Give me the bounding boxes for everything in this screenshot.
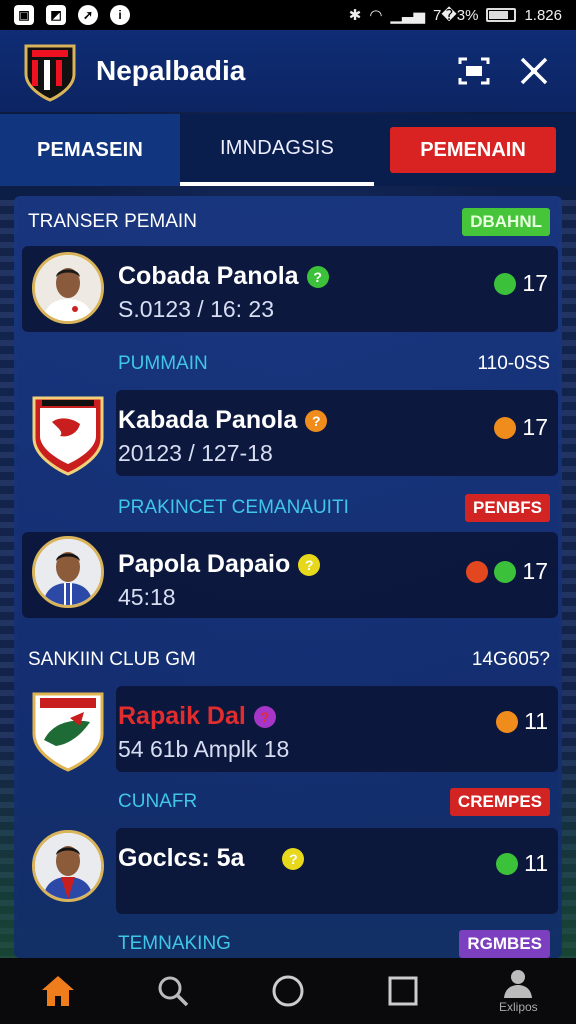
close-icon bbox=[520, 57, 548, 85]
player-avatar bbox=[32, 536, 104, 608]
status-bar: ▣ ◩ ➚ i ✱ ◠ ▁▃▅ 7�3% 1.826 bbox=[0, 0, 576, 30]
player-detail: S.0123 / 16: 23 bbox=[118, 296, 275, 322]
status-dot-icon bbox=[496, 710, 519, 733]
player-avatar bbox=[32, 252, 104, 324]
player-meta: 11 bbox=[496, 708, 548, 735]
status-tag[interactable]: PENBFS bbox=[465, 494, 550, 522]
clock: 1.826 bbox=[524, 6, 562, 24]
player-name: Goclcs: 5a ? bbox=[118, 844, 305, 873]
player-detail: 45:18 bbox=[118, 584, 176, 610]
section-header: TEMNAKING RGMBES bbox=[14, 926, 562, 958]
status-dot-icon bbox=[494, 272, 517, 295]
battery-percent: 7�3% bbox=[433, 7, 479, 24]
nav-search[interactable] bbox=[143, 961, 203, 1021]
battery-icon bbox=[486, 8, 517, 22]
help-icon[interactable]: ? bbox=[253, 705, 276, 728]
section-value: 110-0SS bbox=[477, 353, 550, 374]
status-dot-icon bbox=[494, 560, 517, 583]
player-name: Kabada Panola ? bbox=[118, 406, 328, 435]
player-count: 11 bbox=[524, 850, 548, 876]
home-icon bbox=[41, 976, 74, 1006]
compass-icon: ➚ bbox=[78, 5, 98, 25]
nav-home[interactable] bbox=[28, 961, 88, 1021]
section-title: CUNAFR bbox=[118, 791, 198, 812]
search-icon bbox=[158, 976, 189, 1007]
section-title: PRAKINCET CEMANAUITI bbox=[118, 497, 349, 518]
section-header: TRANSER PEMAIN DBAHNL bbox=[14, 204, 562, 240]
status-tag[interactable]: DBAHNL bbox=[462, 208, 550, 236]
player-name-text: Goclcs: 5a bbox=[118, 844, 245, 872]
status-tag[interactable]: RGMBES bbox=[459, 930, 550, 958]
help-icon[interactable]: ? bbox=[305, 409, 328, 432]
bottom-navigation: Exlipos bbox=[0, 958, 576, 1024]
app-header: Nepalbadia bbox=[0, 30, 576, 112]
signal-icon: ▁▃▅ bbox=[390, 7, 426, 24]
player-meta: 17 bbox=[494, 414, 548, 441]
nav-profile[interactable]: Exlipos bbox=[488, 961, 548, 1021]
status-dot-icon bbox=[494, 416, 517, 439]
player-list-panel: TRANSER PEMAIN DBAHNL Cobada Panola ? S.… bbox=[14, 196, 562, 958]
help-icon[interactable]: ? bbox=[306, 265, 329, 288]
help-icon[interactable]: ? bbox=[282, 847, 305, 870]
nav-profile-label: Exlipos bbox=[499, 1000, 538, 1014]
status-dot-icon bbox=[496, 852, 519, 875]
tab-pemenain[interactable]: PEMENAIN bbox=[390, 127, 556, 173]
info-icon: i bbox=[110, 5, 130, 25]
section-title: PUMMAIN bbox=[118, 353, 208, 374]
player-name: Cobada Panola ? bbox=[118, 262, 329, 291]
player-count: 17 bbox=[522, 414, 548, 440]
photo-icon: ◩ bbox=[46, 5, 66, 25]
player-name-text: Kabada Panola bbox=[118, 406, 298, 434]
scan-button[interactable] bbox=[454, 51, 494, 91]
section-title: SANKIIN CLUB GM bbox=[28, 649, 196, 670]
section-header: SANKIIN CLUB GM 14G605? bbox=[14, 642, 562, 678]
player-name: Rapaik Dal ? bbox=[118, 702, 276, 731]
player-name: Papola Dapaio ? bbox=[118, 550, 321, 579]
section-header: PUMMAIN 110-0SS bbox=[14, 346, 562, 382]
player-meta: 17 bbox=[494, 270, 548, 297]
nav-home-circle[interactable] bbox=[258, 961, 318, 1021]
square-icon bbox=[388, 976, 418, 1006]
scan-icon bbox=[458, 57, 490, 85]
profile-icon bbox=[504, 970, 533, 998]
player-count: 11 bbox=[524, 708, 548, 734]
nav-recents[interactable] bbox=[373, 961, 433, 1021]
bluetooth-icon: ✱ bbox=[348, 7, 362, 24]
help-icon[interactable]: ? bbox=[298, 553, 321, 576]
player-name-text: Rapaik Dal bbox=[118, 702, 246, 730]
status-tag[interactable]: CREMPES bbox=[449, 788, 550, 816]
club-badge-icon bbox=[30, 688, 106, 774]
section-header: PRAKINCET CEMANAUITI PENBFS bbox=[14, 490, 562, 526]
player-count: 17 bbox=[522, 558, 548, 584]
section-title: TRANSER PEMAIN bbox=[28, 211, 197, 232]
club-crest-logo bbox=[22, 40, 78, 102]
player-detail: 54 61b Amplk 18 bbox=[118, 736, 290, 762]
circle-icon bbox=[272, 975, 304, 1007]
close-button[interactable] bbox=[514, 51, 554, 91]
player-avatar bbox=[32, 830, 104, 902]
section-header: CUNAFR CREMPES bbox=[14, 784, 562, 820]
player-name-text: Cobada Panola bbox=[118, 262, 299, 290]
status-dot-icon bbox=[466, 560, 489, 583]
club-badge-icon bbox=[30, 392, 106, 478]
gallery-icon: ▣ bbox=[14, 5, 34, 25]
tab-imndagsis[interactable]: IMNDAGSIS bbox=[180, 114, 374, 186]
player-meta: 17 bbox=[466, 558, 548, 585]
player-name-text: Papola Dapaio bbox=[118, 550, 291, 578]
wifi-icon: ◠ bbox=[369, 7, 383, 24]
player-count: 17 bbox=[522, 270, 548, 296]
tab-bar: PEMASEIN IMNDAGSIS PEMENAIN bbox=[0, 114, 576, 186]
player-meta: 11 bbox=[496, 850, 548, 877]
section-title: TEMNAKING bbox=[118, 933, 231, 954]
player-detail: 20123 / 127-18 bbox=[118, 440, 273, 466]
section-value: 14G605? bbox=[471, 649, 550, 670]
app-title: Nepalbadia bbox=[96, 55, 246, 86]
tab-pemasein[interactable]: PEMASEIN bbox=[0, 114, 180, 186]
